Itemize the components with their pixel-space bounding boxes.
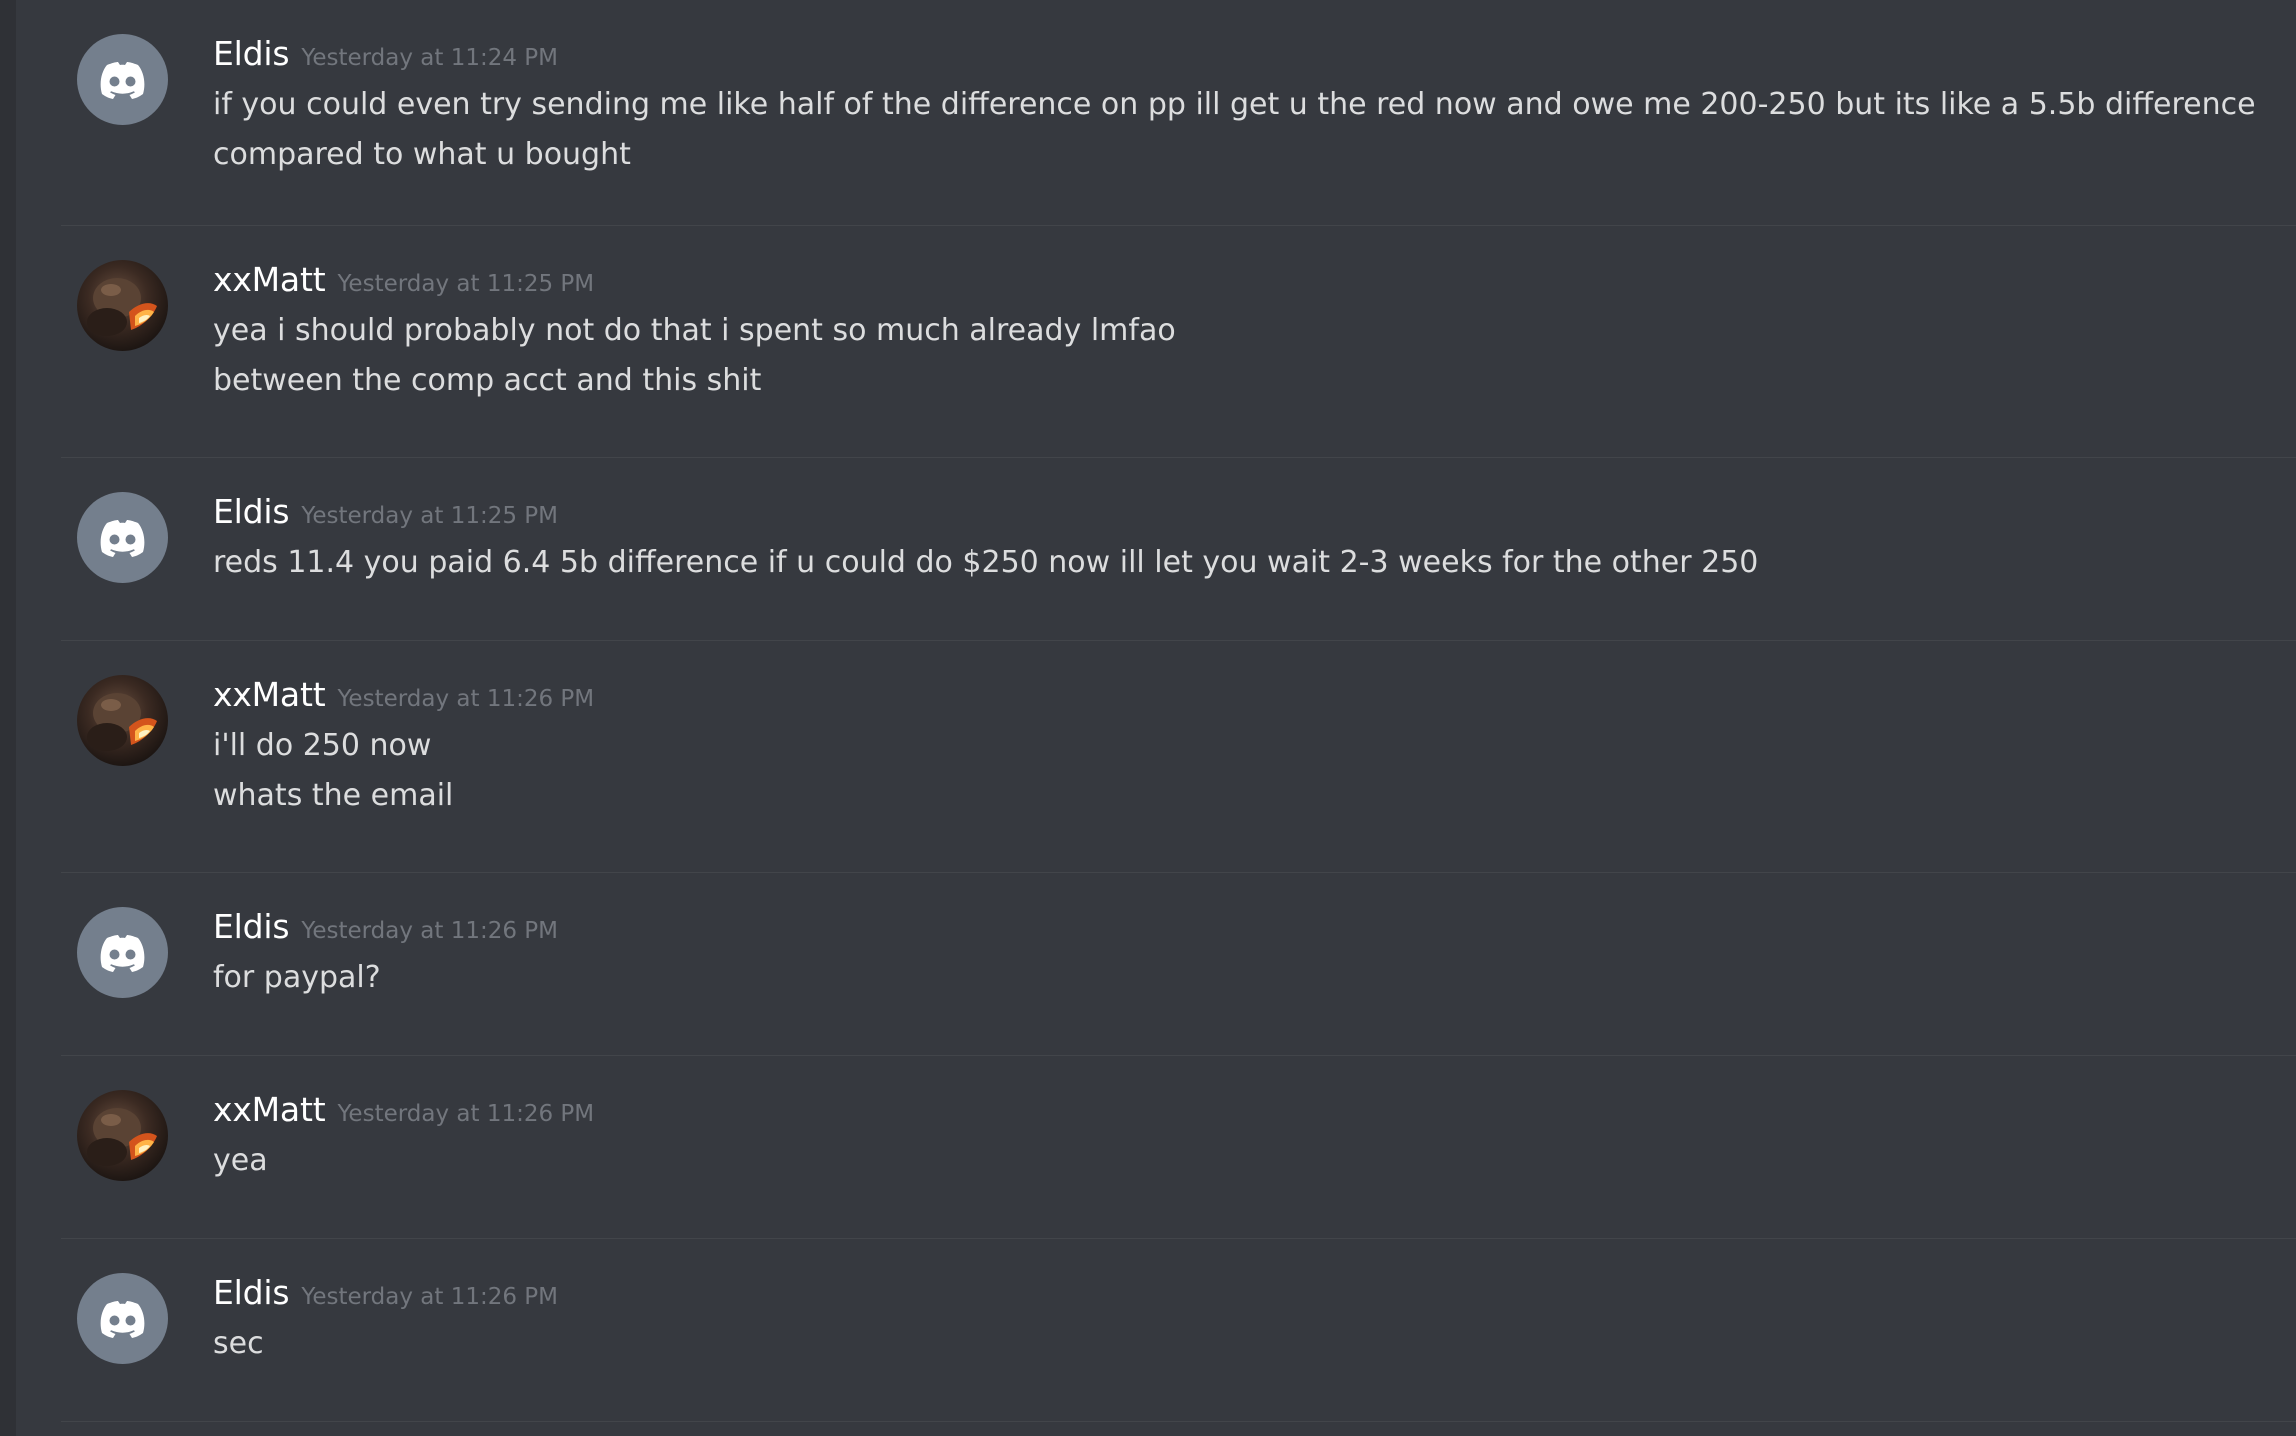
message-content: xxMatt Yesterday at 11:25 PM yea i shoul… [213,260,2296,406]
message-group: xxMatt Yesterday at 11:26 PM yea [61,1056,2296,1239]
character-avatar-icon [87,1108,157,1166]
message-list[interactable]: Eldis Yesterday at 11:24 PM if you could… [16,0,2296,1436]
message-text: yea i should probably not do that i spen… [213,313,1176,348]
message-group: Eldis Yesterday at 11:26 PM sec [61,1239,2296,1422]
discord-logo-icon [100,62,145,99]
message-content: xxMatt Yesterday at 11:26 PM yea [213,1090,2296,1186]
message-header: Eldis Yesterday at 11:26 PM [213,1273,2256,1319]
avatar[interactable] [77,260,168,351]
username[interactable]: xxMatt [213,675,326,714]
discord-logo-icon [100,935,145,972]
message-text: compared to what u bought [213,137,631,172]
username[interactable]: Eldis [213,1273,290,1312]
discord-logo-icon [100,1301,145,1338]
avatar[interactable] [77,907,168,998]
message-text: yea [213,1143,268,1178]
message-group: xxMatt Yesterday at 11:26 PM i'll do 250… [61,641,2296,873]
chat-window: Eldis Yesterday at 11:24 PM if you could… [0,0,2296,1436]
message-header: xxMatt Yesterday at 11:26 PM [213,1090,2256,1136]
message-text: if you could even try sending me like ha… [213,87,2256,122]
sidebar-edge [0,0,16,1436]
message-header: Eldis Yesterday at 11:24 PM [213,34,2256,80]
message-text: reds 11.4 you paid 6.4 5b difference if … [213,545,1759,580]
avatar[interactable] [77,1090,168,1181]
message-text: whats the email [213,778,454,813]
character-avatar-icon [87,693,157,751]
message-header: Eldis Yesterday at 11:26 PM [213,907,2256,953]
username[interactable]: xxMatt [213,1090,326,1129]
message-header: xxMatt Yesterday at 11:25 PM [213,260,2256,306]
timestamp[interactable]: Yesterday at 11:25 PM [337,271,594,297]
message-content: Eldis Yesterday at 11:26 PM sec [213,1273,2296,1369]
timestamp[interactable]: Yesterday at 11:26 PM [337,686,594,712]
message-text: between the comp acct and this shit [213,363,762,398]
avatar[interactable] [77,492,168,583]
username[interactable]: Eldis [213,34,290,73]
timestamp[interactable]: Yesterday at 11:26 PM [337,1101,594,1127]
message-text: for paypal? [213,960,381,995]
message-text: i'll do 250 now [213,728,432,763]
character-avatar-icon [87,278,157,336]
avatar[interactable] [77,1273,168,1364]
message-group: Eldis Yesterday at 11:25 PM reds 11.4 yo… [61,458,2296,641]
message-content: xxMatt Yesterday at 11:26 PM i'll do 250… [213,675,2296,821]
message-content: Eldis Yesterday at 11:24 PM if you could… [213,34,2296,180]
message-content: Eldis Yesterday at 11:26 PM for paypal? [213,907,2296,1003]
avatar[interactable] [77,34,168,125]
username[interactable]: Eldis [213,907,290,946]
message-group: Eldis Yesterday at 11:26 PM for paypal? [61,873,2296,1056]
message-content: Eldis Yesterday at 11:25 PM reds 11.4 yo… [213,492,2296,588]
timestamp[interactable]: Yesterday at 11:24 PM [301,45,558,71]
timestamp[interactable]: Yesterday at 11:26 PM [301,918,558,944]
message-text: sec [213,1326,264,1361]
discord-logo-icon [100,520,145,557]
message-header: Eldis Yesterday at 11:25 PM [213,492,2256,538]
avatar[interactable] [77,675,168,766]
timestamp[interactable]: Yesterday at 11:26 PM [301,1284,558,1310]
username[interactable]: xxMatt [213,260,326,299]
message-group: xxMatt Yesterday at 11:25 PM yea i shoul… [61,226,2296,458]
username[interactable]: Eldis [213,492,290,531]
message-group: Eldis Yesterday at 11:24 PM if you could… [61,0,2296,226]
message-header: xxMatt Yesterday at 11:26 PM [213,675,2256,721]
timestamp[interactable]: Yesterday at 11:25 PM [301,503,558,529]
